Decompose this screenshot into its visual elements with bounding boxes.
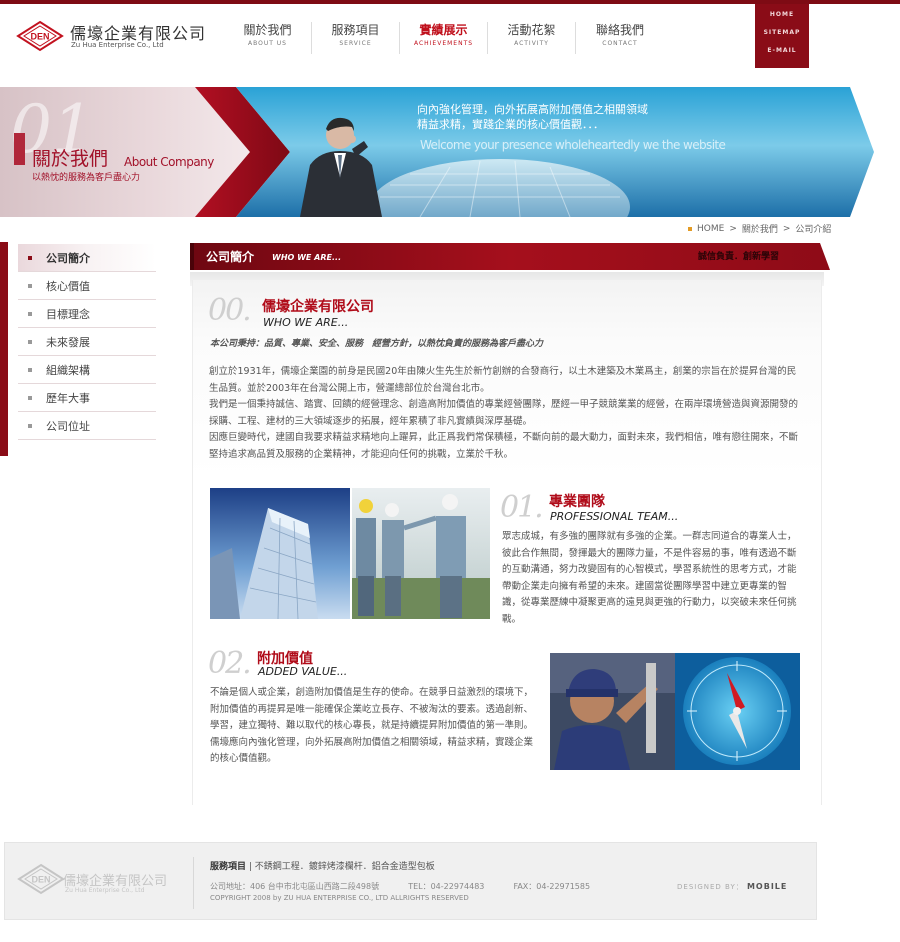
- logo-diamond-icon: DEN: [16, 20, 64, 52]
- footer-services-text: 不銹鋼工程．鍍鋅烤漆欄杆．鋁合金造型包板: [254, 862, 435, 872]
- footer-designer-label: DESIGNED BY：: [677, 883, 744, 891]
- nav-label-cn: 實績展示: [419, 23, 468, 37]
- nav-label-en: ABOUT US: [247, 40, 287, 47]
- banner-slogan-line1: 向內強化管理，向外拓展高附加價值之相關領域: [417, 103, 648, 116]
- banner-title-en: About Company: [124, 155, 214, 169]
- util-home-link[interactable]: HOME: [755, 6, 809, 24]
- building-photo: [210, 488, 350, 619]
- sidebar-item-company-profile[interactable]: 公司簡介: [18, 244, 156, 272]
- value-heading-en: ADDED VALUE...: [258, 665, 348, 678]
- value-number: 02.: [208, 646, 252, 681]
- bullet-icon: [28, 312, 32, 316]
- sidebar-item-label: 公司簡介: [46, 251, 90, 265]
- banner-tagline: Welcome your presence wholeheartedly we …: [420, 138, 726, 152]
- sidebar-item-organization[interactable]: 組織架構: [18, 356, 156, 384]
- footer-designer-name: MOBILE: [746, 882, 788, 891]
- util-sitemap-link[interactable]: SITEMAP: [755, 24, 809, 42]
- intro-body: 創立於1931年，儒壕企業園的前身是民國20年由陳火生先生於新竹創辦的合發商行，…: [209, 366, 799, 460]
- utility-links: HOME SITEMAP E-MAIL: [755, 4, 809, 68]
- sidebar-item-label: 公司位址: [46, 419, 90, 433]
- nav-activity[interactable]: 活動花絮 ACTIVITY: [488, 22, 576, 54]
- footer-logo-mark: DEN: [31, 875, 50, 885]
- footer-logo-icon: DEN: [17, 863, 65, 895]
- nav-contact[interactable]: 聯絡我們 CONTACT: [576, 22, 664, 54]
- bullet-icon: [28, 368, 32, 372]
- banner-title: 關於我們: [32, 148, 109, 170]
- main-nav: 關於我們 ABOUT US 服務項目 SERVICE 實績展示 ACHIEVEM…: [224, 22, 704, 54]
- footer-copyright: COPYRIGHT 2008 by ZU HUA ENTERPRISE CO.,…: [210, 894, 469, 902]
- value-body: 不論是個人或企業，創造附加價值是生存的使命。在競爭日益激烈的環境下，附加價值的再…: [210, 687, 534, 764]
- breadcrumb-separator: >: [782, 223, 791, 234]
- footer-divider: [193, 857, 194, 909]
- logo[interactable]: DEN 儒壕企業有限公司 Zu Hua Enterprise Co., Ltd: [16, 18, 216, 54]
- footer-services-label: 服務項目: [210, 862, 247, 872]
- nav-label-en: CONTACT: [602, 40, 638, 47]
- banner-subtitle: 以熱忱的服務為客戶盡心力: [32, 173, 141, 183]
- footer-address: 公司地址：406 台中市北屯區山西路二段498號: [210, 882, 380, 891]
- section-slogan: 誠信負責．創新學習: [698, 252, 780, 262]
- breadcrumb-separator: >: [729, 223, 737, 234]
- bullet-icon: [28, 396, 32, 400]
- nav-label-cn: 關於我們: [243, 23, 292, 37]
- intro-heading-en: WHO WE ARE...: [263, 316, 349, 329]
- nav-label-en: ACHIEVEMENTS: [413, 40, 474, 47]
- section-title: 公司簡介: [206, 250, 255, 264]
- breadcrumb-about[interactable]: 關於我們: [742, 222, 778, 235]
- nav-label-cn: 聯絡我們: [595, 23, 644, 37]
- team-body: 眾志成城，有多強的團隊就有多強的企業。一群志同道合的專業人士，彼此合作無間，發揮…: [502, 531, 797, 625]
- sidebar-item-location[interactable]: 公司位址: [18, 412, 156, 440]
- nav-label-cn: 活動花絮: [507, 23, 556, 37]
- bullet-icon: [28, 284, 32, 288]
- hero-banner: 01 關於我們 About Company 以熱忱的服務為客戶盡心力 向內強化管…: [0, 87, 900, 217]
- footer-services: 服務項目 | 不銹鋼工程．鍍鋅烤漆欄杆．鋁合金造型包板: [210, 862, 435, 872]
- sidebar-item-label: 未來發展: [46, 335, 90, 349]
- nav-about[interactable]: 關於我們 ABOUT US: [224, 22, 312, 54]
- nav-achievements[interactable]: 實績展示 ACHIEVEMENTS: [400, 22, 488, 54]
- team-number: 01.: [500, 490, 544, 525]
- bullet-icon: [28, 340, 32, 344]
- breadcrumb-home[interactable]: HOME: [697, 224, 724, 234]
- footer-tel: TEL：04-22974483: [408, 882, 485, 891]
- section-title-en: WHO WE ARE...: [272, 253, 342, 262]
- breadcrumb: HOME > 關於我們 > 公司介紹: [688, 222, 831, 235]
- sidebar-item-label: 核心價值: [46, 279, 90, 293]
- breadcrumb-bullet-icon: [688, 226, 692, 231]
- compass-photo: [675, 653, 800, 770]
- footer-fax: FAX：04-22971585: [513, 882, 591, 891]
- team-heading-en: PROFESSIONAL TEAM...: [550, 510, 679, 523]
- footer-logo-en: Zu Hua Enterprise Co., Ltd: [65, 887, 145, 894]
- sidebar-item-label: 歷年大事: [46, 391, 90, 405]
- sidebar-item-goals[interactable]: 目標理念: [18, 300, 156, 328]
- sidebar-item-core-values[interactable]: 核心價值: [18, 272, 156, 300]
- sidebar-item-history[interactable]: 歷年大事: [18, 384, 156, 412]
- intro-heading: 儒壕企業有限公司: [262, 299, 374, 315]
- sidebar-item-label: 組織架構: [46, 363, 90, 377]
- intro-motto: 本公司秉持：品質、專業、安全、服務 經營方針，以熱忱負責的服務為客戶盡心力: [210, 339, 544, 349]
- sidebar-item-label: 目標理念: [46, 307, 90, 321]
- logo-name-en: Zu Hua Enterprise Co., Ltd: [71, 41, 164, 49]
- bullet-icon: [28, 424, 32, 428]
- sidebar-menu: 公司簡介 核心價值 目標理念 未來發展 組織架構 歷年大事 公司位址: [18, 244, 156, 440]
- nav-service[interactable]: 服務項目 SERVICE: [312, 22, 400, 54]
- team-heading: 專業團隊: [549, 494, 605, 510]
- footer-designer[interactable]: DESIGNED BY： MOBILE: [677, 882, 787, 892]
- banner-title-bar: [14, 133, 25, 165]
- site-footer: DEN 儒壕企業有限公司 Zu Hua Enterprise Co., Ltd …: [4, 842, 817, 920]
- util-email-link[interactable]: E-MAIL: [755, 42, 809, 60]
- sidebar-item-future[interactable]: 未來發展: [18, 328, 156, 356]
- bullet-icon: [28, 256, 32, 260]
- nav-label-en: SERVICE: [339, 40, 372, 47]
- breadcrumb-current: 公司介紹: [795, 225, 832, 235]
- nav-label-cn: 服務項目: [331, 23, 380, 37]
- banner-slogan-line2: 精益求精，實踐企業的核心價值觀．．．: [417, 118, 604, 131]
- worker-smiling-photo: [550, 653, 675, 770]
- side-accent-strip: [0, 242, 8, 456]
- nav-label-en: ACTIVITY: [514, 40, 549, 47]
- team-workers-photo: [352, 488, 490, 619]
- section-header: 公司簡介 WHO WE ARE... 誠信負責．創新學習: [190, 243, 830, 270]
- intro-number: 00.: [208, 293, 252, 328]
- logo-mark: DEN: [30, 32, 49, 42]
- footer-contact: 公司地址：406 台中市北屯區山西路二段498號 TEL：04-22974483…: [210, 881, 590, 892]
